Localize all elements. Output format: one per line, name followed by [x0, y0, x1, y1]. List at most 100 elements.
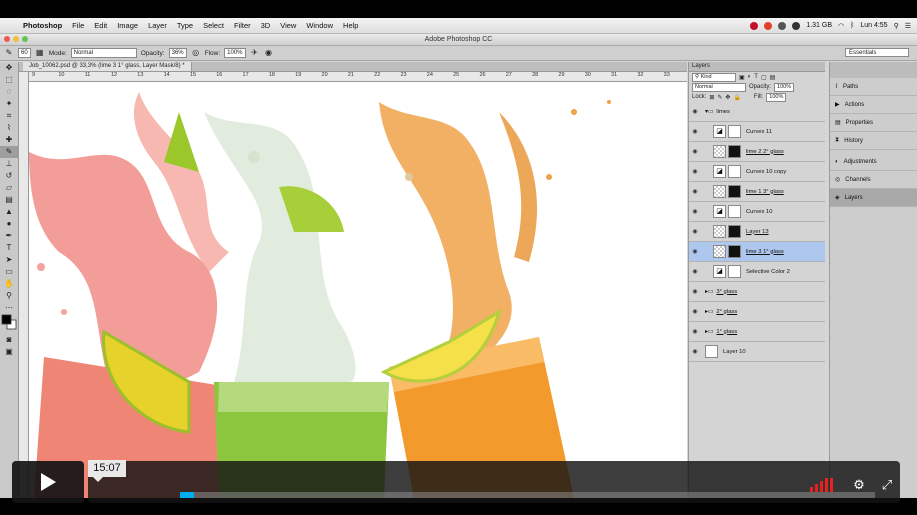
visibility-eye-icon[interactable]: ◉: [689, 308, 701, 315]
flow-field[interactable]: 100%: [224, 48, 246, 58]
layer-row[interactable]: ◉ ◪ Curves 10: [689, 202, 825, 222]
volume-icon[interactable]: [810, 478, 833, 492]
shape-tool-icon[interactable]: ▭: [0, 266, 18, 278]
stamp-tool-icon[interactable]: ⊥: [0, 158, 18, 170]
panel-paths[interactable]: ⌇ Paths: [830, 78, 917, 96]
menu-window[interactable]: Window: [301, 21, 338, 30]
dodge-tool-icon[interactable]: ●: [0, 218, 18, 230]
play-button[interactable]: [12, 461, 84, 503]
brush-tool-icon[interactable]: ✎: [4, 48, 14, 58]
workspace-select[interactable]: Essentials: [845, 48, 909, 57]
screen-mode-icon[interactable]: ▣: [0, 346, 18, 358]
lock-paint-icon[interactable]: ✎: [717, 94, 722, 101]
menu-file[interactable]: File: [67, 21, 89, 30]
airbrush-icon[interactable]: ✈: [250, 48, 260, 58]
visibility-eye-icon[interactable]: ◉: [689, 348, 701, 355]
brush-tool-active-icon[interactable]: ✎: [0, 146, 18, 158]
bluetooth-icon[interactable]: ᛒ: [850, 22, 854, 29]
layer-mask-thumb[interactable]: [728, 265, 741, 278]
menu-select[interactable]: Select: [198, 21, 229, 30]
menu-3d[interactable]: 3D: [256, 21, 276, 30]
layer-thumb[interactable]: [713, 245, 726, 258]
panel-layers[interactable]: ◈ Layers: [830, 189, 917, 207]
layers-panel-title[interactable]: Layers: [689, 62, 825, 72]
gradient-tool-icon[interactable]: ▤: [0, 194, 18, 206]
kind-filter-select[interactable]: ⚲ Kind: [692, 72, 736, 82]
layer-thumb[interactable]: [705, 345, 718, 358]
hand-tool-icon[interactable]: ✋: [0, 278, 18, 290]
lock-pixels-icon[interactable]: ⊠: [709, 94, 714, 101]
panel-channels[interactable]: ◎ Channels: [830, 171, 917, 189]
healing-tool-icon[interactable]: ✚: [0, 134, 18, 146]
layer-row[interactable]: ◉ ▾ ▭ limes: [689, 102, 825, 122]
layer-row[interactable]: ◉ lime 2 2° glass: [689, 142, 825, 162]
menu-list-icon[interactable]: ☰: [905, 22, 911, 30]
settings-gear-icon[interactable]: ⚙: [850, 478, 868, 492]
visibility-eye-icon[interactable]: ◉: [689, 208, 701, 215]
zoom-tool-icon[interactable]: ⚲: [0, 290, 18, 302]
menu-edit[interactable]: Edit: [89, 21, 112, 30]
layer-row[interactable]: ◉ ▸ ▭ 2° glass: [689, 302, 825, 322]
more-tools-icon[interactable]: ⋯: [0, 302, 18, 314]
history-brush-tool-icon[interactable]: ↺: [0, 170, 18, 182]
layer-row[interactable]: ◉ lime 1 3° glass: [689, 182, 825, 202]
layer-row[interactable]: ◉ ◪ Curves 11: [689, 122, 825, 142]
layer-row[interactable]: ◉ ▸ ▭ 3° glass: [689, 282, 825, 302]
layer-thumb[interactable]: [713, 145, 726, 158]
filter-shape-icon[interactable]: ▢: [761, 74, 767, 81]
pen-tool-icon[interactable]: ✒: [0, 230, 18, 242]
layer-row[interactable]: ◉ ▸ ▭ 1° glass: [689, 322, 825, 342]
marquee-tool-icon[interactable]: ⬚: [0, 74, 18, 86]
layer-mask-thumb[interactable]: [728, 225, 741, 238]
visibility-eye-icon[interactable]: ◉: [689, 128, 701, 135]
filter-type-icon[interactable]: T: [754, 74, 758, 80]
visibility-eye-icon[interactable]: ◉: [689, 328, 701, 335]
filter-smart-icon[interactable]: ▤: [770, 74, 776, 81]
menu-type[interactable]: Type: [172, 21, 198, 30]
visibility-eye-icon[interactable]: ◉: [689, 288, 701, 295]
visibility-eye-icon[interactable]: ◉: [689, 248, 701, 255]
wifi-icon[interactable]: ◠: [838, 22, 844, 30]
lock-all-icon[interactable]: 🔒: [733, 94, 740, 101]
pressure-opacity-icon[interactable]: ◎: [191, 48, 201, 58]
eraser-tool-icon[interactable]: ▱: [0, 182, 18, 194]
panel-adjustments[interactable]: ◐ Adjustments: [830, 153, 917, 171]
menu-help[interactable]: Help: [338, 21, 363, 30]
layer-thumb[interactable]: [713, 225, 726, 238]
filter-adjust-icon[interactable]: ◐: [748, 74, 752, 80]
type-tool-icon[interactable]: T: [0, 242, 18, 254]
color-swatch-icon[interactable]: [1, 314, 17, 330]
visibility-eye-icon[interactable]: ◉: [689, 228, 701, 235]
lasso-tool-icon[interactable]: ◌: [0, 86, 18, 98]
brush-size-field[interactable]: 60: [18, 48, 31, 58]
opacity-field[interactable]: 36%: [168, 48, 187, 58]
visibility-eye-icon[interactable]: ◉: [689, 168, 701, 175]
panel-history[interactable]: ⧗ History: [830, 132, 917, 150]
lock-move-icon[interactable]: ✥: [725, 94, 730, 101]
visibility-eye-icon[interactable]: ◉: [689, 108, 701, 115]
status-gray-icon[interactable]: [778, 21, 787, 30]
progress-track[interactable]: [180, 492, 875, 498]
layer-opacity-field[interactable]: 100%: [774, 82, 795, 92]
visibility-eye-icon[interactable]: ◉: [689, 148, 701, 155]
menu-filter[interactable]: Filter: [229, 21, 256, 30]
color-swatches[interactable]: [0, 314, 18, 334]
path-select-tool-icon[interactable]: ➤: [0, 254, 18, 266]
layer-mask-thumb[interactable]: [728, 205, 741, 218]
eyedropper-tool-icon[interactable]: ⌇: [0, 122, 18, 134]
minimize-window-icon[interactable]: [13, 36, 19, 42]
layer-mask-thumb[interactable]: [728, 245, 741, 258]
layer-row[interactable]: ◉ ◪ Curves 10 copy: [689, 162, 825, 182]
close-window-icon[interactable]: [4, 36, 10, 42]
brush-panel-icon[interactable]: ▦: [35, 48, 45, 58]
mode-select[interactable]: Normal: [70, 48, 137, 58]
menu-view[interactable]: View: [275, 21, 301, 30]
layer-thumb[interactable]: [713, 185, 726, 198]
layer-mask-thumb[interactable]: [728, 165, 741, 178]
zoom-window-icon[interactable]: [22, 36, 28, 42]
layer-row[interactable]: ◉ ◪ Selective Color 2: [689, 262, 825, 282]
crop-tool-icon[interactable]: ⌗: [0, 110, 18, 122]
pressure-size-icon[interactable]: ◉: [264, 48, 274, 58]
document-tab[interactable]: Job_10062.psd @ 33,3% (lime 3 1° glass, …: [23, 62, 192, 71]
document-canvas[interactable]: [29, 82, 687, 498]
